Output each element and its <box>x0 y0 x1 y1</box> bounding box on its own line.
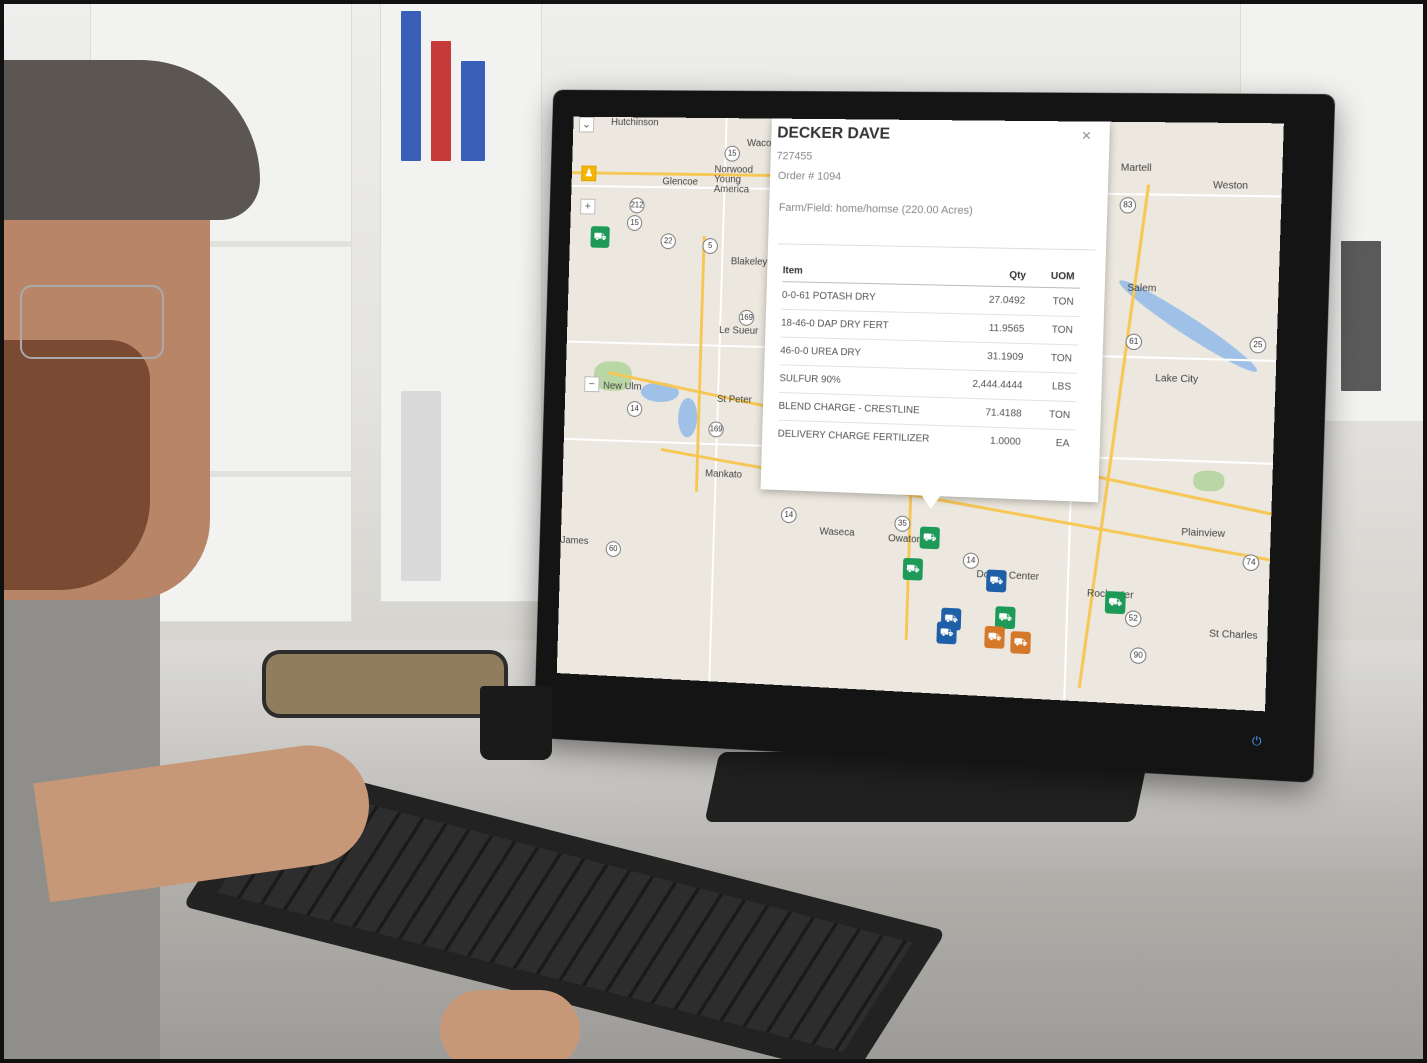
tractor-marker-icon[interactable]: ⛟ <box>590 226 610 248</box>
item-uom: TON <box>1052 296 1074 308</box>
person-hand <box>440 990 580 1063</box>
map-collapse-button[interactable]: ⌄ <box>578 116 595 133</box>
highway-shield: 14 <box>962 552 980 570</box>
tractor-marker-icon[interactable]: ⛟ <box>985 569 1007 593</box>
zoom-in-button[interactable]: + <box>580 198 596 215</box>
eyeglasses <box>20 285 164 359</box>
item-qty: 71.4188 <box>985 407 1022 420</box>
map-label-lake-city: Lake City <box>1155 373 1199 386</box>
map-label-mankato: Mankato <box>704 468 743 481</box>
item-qty: 2,444.4444 <box>972 378 1023 392</box>
map-label-st-charles: St Charles <box>1208 628 1258 643</box>
highway-shield: 22 <box>660 233 677 250</box>
order-info-popup: × DECKER DAVE 727455 Order # 1094 Farm/F… <box>760 118 1111 503</box>
map-label-waco: Waco <box>746 138 772 150</box>
popup-pointer <box>920 494 941 510</box>
item-name: 46-0-0 UREA DRY <box>780 345 862 359</box>
column-header-item: Item <box>782 265 803 277</box>
farm-field-info: Farm/Field: home/homse (220.00 Acres) <box>778 201 973 217</box>
highway-shield: 5 <box>702 237 719 255</box>
item-uom: EA <box>1055 437 1070 450</box>
tractor-marker-icon[interactable]: ⛟ <box>919 526 940 550</box>
item-name: 18-46-0 DAP DRY FERT <box>780 317 889 332</box>
highway-shield: 212 <box>629 197 645 214</box>
item-qty: 31.1909 <box>986 351 1024 364</box>
divider <box>777 243 1096 251</box>
map-label-weston: Weston <box>1212 180 1249 192</box>
map-label-norwood-young-america: Norwood Young America <box>713 164 754 196</box>
highway-shield: 60 <box>605 540 622 558</box>
highway-shield: 15 <box>626 215 643 231</box>
column-header-uom: UOM <box>1050 270 1075 283</box>
map-label-hutchinson: Hutchinson <box>610 117 659 129</box>
highway-shield: 169 <box>738 309 755 326</box>
highway-shield: 14 <box>626 400 643 418</box>
account-number: 727455 <box>776 150 813 163</box>
monitor-screen: Hutchinson Waco Norwood Young America Gl… <box>556 116 1284 712</box>
highway-shield: 74 <box>1242 554 1260 572</box>
highway-shield: 90 <box>1129 647 1147 665</box>
highway-shield: 169 <box>708 421 724 438</box>
customer-name: DECKER DAVE <box>777 124 891 143</box>
item-name: 0-0-61 POTASH DRY <box>781 290 876 304</box>
highway-shield: 14 <box>780 506 797 524</box>
item-uom: TON <box>1050 352 1073 365</box>
item-uom: TON <box>1048 409 1071 422</box>
highway-shield: 52 <box>1124 610 1142 628</box>
map-label-st-peter: St Peter <box>716 393 752 406</box>
person-icon[interactable]: ♟ <box>581 165 597 182</box>
photo-scene: ⏻ Hutchinson Waco Norwood Young America … <box>0 0 1427 1063</box>
close-icon[interactable]: × <box>1081 128 1091 146</box>
item-uom: TON <box>1051 324 1074 337</box>
order-items-table: Item Qty UOM 0-0-61 POTASH DRY 27.0492 T… <box>777 257 1082 458</box>
power-icon[interactable]: ⏻ <box>1252 734 1262 749</box>
column-header-qty: Qty <box>1009 270 1027 282</box>
highway-shield: 83 <box>1119 197 1137 214</box>
map-label-blakeley: Blakeley <box>730 256 768 268</box>
item-qty: 27.0492 <box>988 294 1026 307</box>
map-label-le-sueur: Le Sueur <box>718 325 759 337</box>
order-number: Order # 1094 <box>777 170 842 183</box>
item-name: SULFUR 90% <box>779 373 841 386</box>
item-name: DELIVERY CHARGE FERTILIZER <box>777 428 930 445</box>
map-label-plainview: Plainview <box>1181 527 1226 541</box>
map-label-waseca: Waseca <box>819 526 855 539</box>
zoom-out-button[interactable]: − <box>584 376 600 393</box>
highway-shield: 61 <box>1125 333 1143 351</box>
map-label-new-ulm: New Ulm <box>602 380 642 393</box>
map-label-glencoe: Glencoe <box>662 176 699 188</box>
highway-shield: 25 <box>1249 336 1267 354</box>
tractor-marker-icon[interactable]: ⛟ <box>1010 631 1031 655</box>
item-name: BLEND CHARGE - CRESTLINE <box>778 400 920 417</box>
map-label-martell: Martell <box>1120 162 1152 175</box>
bookshelf-center <box>380 0 542 602</box>
map-label-salem: Salem <box>1127 282 1157 295</box>
person-beard <box>0 340 150 590</box>
tractor-marker-icon[interactable]: ⛟ <box>1104 590 1126 615</box>
tractor-marker-icon[interactable]: ⛟ <box>936 621 957 645</box>
tractor-marker-icon[interactable]: ⛟ <box>902 557 924 581</box>
tractor-marker-icon[interactable]: ⛟ <box>984 625 1005 649</box>
item-uom: LBS <box>1051 381 1072 393</box>
coffee-cup <box>480 686 552 760</box>
item-qty: 1.0000 <box>989 435 1021 448</box>
highway-shield: 15 <box>724 145 741 162</box>
map-label-james: James <box>560 535 589 547</box>
wallet <box>262 650 508 718</box>
item-qty: 11.9565 <box>988 322 1025 335</box>
